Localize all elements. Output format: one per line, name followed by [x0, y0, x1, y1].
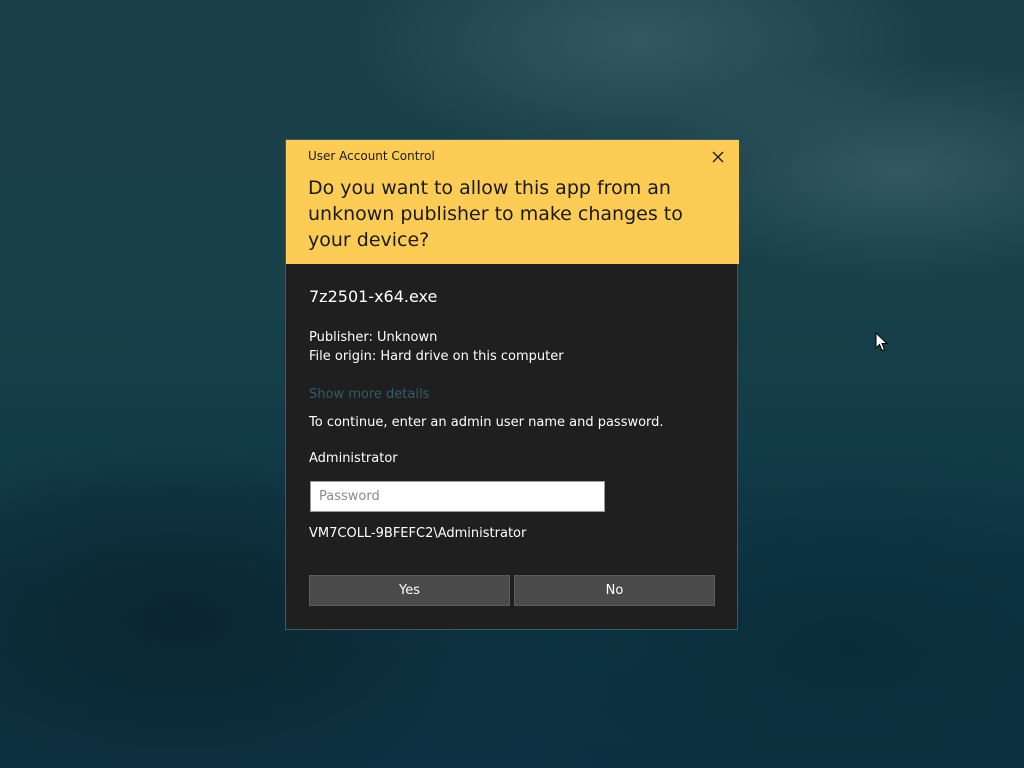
file-origin-info: File origin: Hard drive on this computer	[309, 349, 564, 364]
admin-username: Administrator	[309, 451, 398, 466]
app-name: 7z2501-x64.exe	[309, 287, 438, 306]
close-button[interactable]	[704, 145, 732, 169]
yes-button[interactable]: Yes	[309, 575, 510, 606]
mouse-pointer-icon	[875, 332, 889, 352]
dialog-question: Do you want to allow this app from an un…	[308, 177, 683, 251]
show-more-details-link[interactable]: Show more details	[309, 387, 429, 402]
uac-dialog: User Account Control Do you want to allo…	[285, 139, 739, 630]
publisher-info: Publisher: Unknown	[309, 330, 438, 345]
no-button[interactable]: No	[514, 575, 715, 606]
instructions-text: To continue, enter an admin user name an…	[309, 415, 664, 430]
domain-username: VM7COLL-9BFEFC2\Administrator	[309, 526, 527, 541]
close-icon	[712, 151, 724, 163]
password-input[interactable]	[310, 481, 605, 512]
dialog-title: User Account Control	[308, 149, 435, 163]
dialog-header: User Account Control Do you want to allo…	[286, 140, 739, 264]
